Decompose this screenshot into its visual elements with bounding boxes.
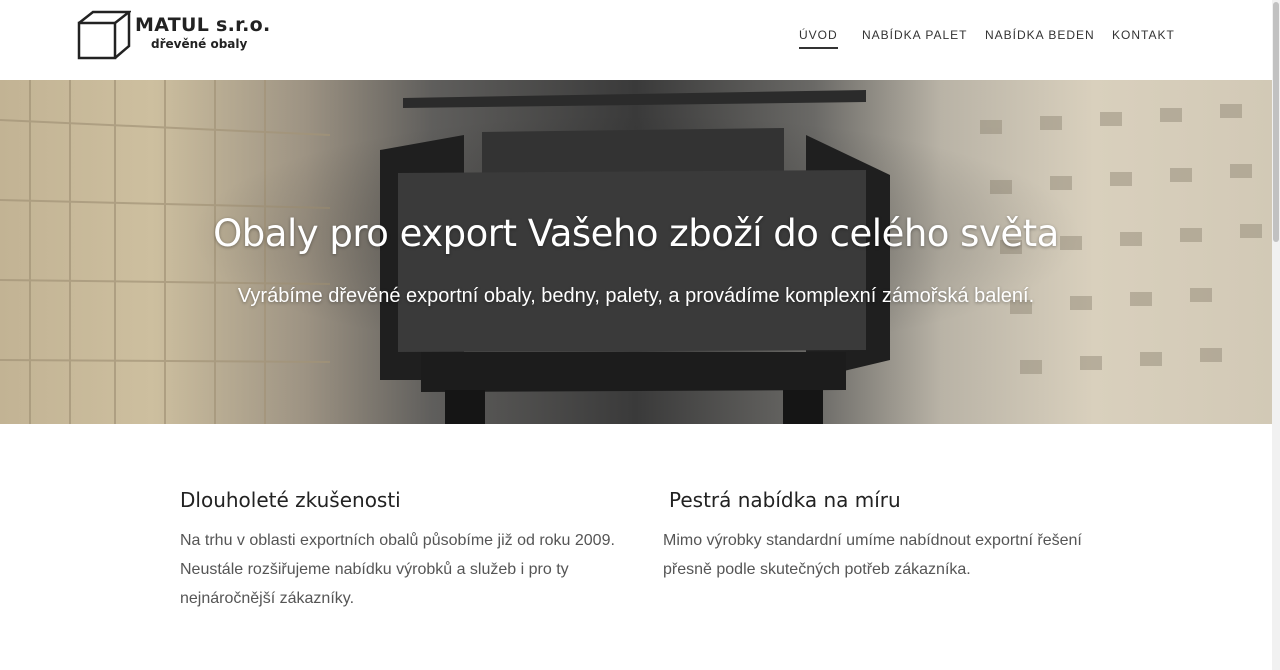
- feature-custom-offer: Pestrá nabídka na míru Mimo výrobky stan…: [663, 488, 1103, 584]
- nav-item-nabidka-palet[interactable]: NABÍDKA PALET: [862, 28, 967, 47]
- feature-title: Pestrá nabídka na míru: [669, 488, 901, 512]
- hero-subtitle: Vyrábíme dřevěné exportní obaly, bedny, …: [237, 285, 1035, 307]
- feature-text: Na trhu v oblasti exportních obalů působ…: [180, 532, 615, 607]
- nav-item-kontakt[interactable]: KONTAKT: [1112, 28, 1175, 47]
- hero-title: Obaly pro export Vašeho zboží do celého …: [213, 212, 1059, 255]
- feature-experience: Dlouholeté zkušenosti Na trhu v oblasti …: [180, 488, 620, 613]
- scrollbar-thumb[interactable]: [1273, 2, 1279, 242]
- feature-text: Mimo výrobky standardní umíme nabídnout …: [663, 532, 1082, 578]
- hero-banner: Obaly pro export Vašeho zboží do celého …: [0, 80, 1272, 424]
- site-header: MATUL s.r.o. dřevěné obaly ÚVOD NABÍDKA …: [0, 0, 1272, 80]
- feature-title: Dlouholeté zkušenosti: [180, 488, 401, 512]
- main-nav: ÚVOD NABÍDKA PALET NABÍDKA BEDEN KONTAKT: [0, 28, 1272, 52]
- nav-item-uvod[interactable]: ÚVOD: [799, 28, 838, 49]
- nav-item-nabidka-beden[interactable]: NABÍDKA BEDEN: [985, 28, 1095, 47]
- page-scrollbar[interactable]: [1272, 0, 1280, 670]
